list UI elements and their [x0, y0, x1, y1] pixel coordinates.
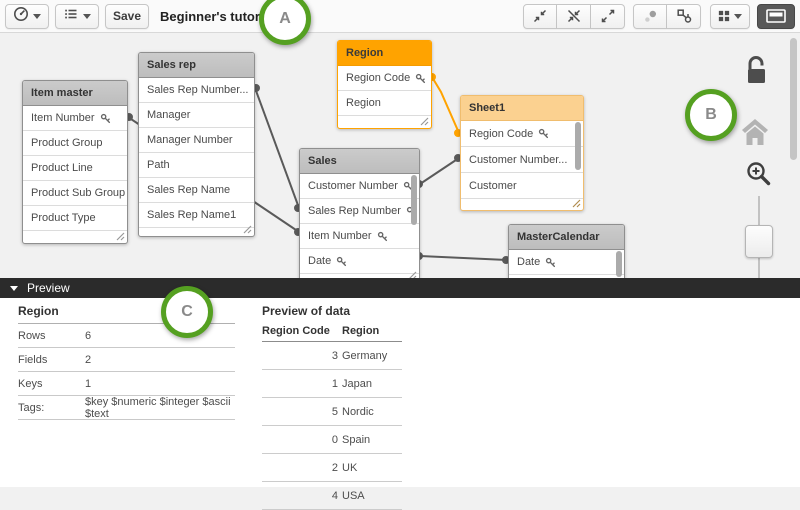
- preview-panel: Preview Region Rows6 Fields2 Keys1 Tags:…: [0, 278, 800, 487]
- bubbles-view-button[interactable]: [633, 4, 667, 29]
- preview-toggle-button[interactable]: [757, 4, 795, 29]
- grid-layout-button[interactable]: [710, 4, 750, 29]
- table-sheet1[interactable]: Sheet1 Region Code Customer Number... Cu…: [460, 95, 584, 211]
- table-title: Sales rep: [139, 53, 254, 78]
- key-icon: [377, 231, 388, 242]
- preview-toggle-icon: [766, 9, 786, 23]
- table-item-master[interactable]: Item master Item Number Product Group Pr…: [22, 80, 128, 244]
- callout-b: B: [685, 89, 737, 141]
- table-title: Sheet1: [461, 96, 583, 121]
- expand-all-button[interactable]: [591, 4, 625, 29]
- data-row: 4USA: [262, 482, 402, 510]
- field-row[interactable]: Path: [139, 153, 254, 178]
- metadata-row: Keys1: [18, 372, 235, 396]
- data-preview-header: Region Code Region: [262, 325, 402, 342]
- field-row[interactable]: Region: [338, 91, 431, 116]
- field-row[interactable]: Customer: [461, 173, 583, 199]
- table-scrollbar[interactable]: [575, 122, 581, 170]
- navigation-menu-button[interactable]: [5, 4, 49, 29]
- zoom-in-icon[interactable]: [745, 160, 773, 192]
- field-row[interactable]: Customer Number...: [461, 147, 583, 173]
- key-icon: [100, 113, 111, 124]
- field-row[interactable]: Region Code: [338, 66, 431, 91]
- compass-menu-icon: [13, 6, 29, 27]
- preview-panel-header[interactable]: Preview: [0, 278, 800, 298]
- collapse-preview-icon[interactable]: [10, 286, 18, 291]
- table-scrollbar[interactable]: [616, 251, 622, 277]
- key-icon: [538, 128, 549, 139]
- break-links-button[interactable]: [557, 4, 591, 29]
- field-row[interactable]: Product Sub Group: [23, 181, 127, 206]
- table-title: Item master: [23, 81, 127, 106]
- field-row[interactable]: Manager: [139, 103, 254, 128]
- table-title: Sales: [300, 149, 419, 174]
- data-row: 1Japan: [262, 370, 402, 398]
- key-icon: [545, 257, 556, 268]
- metadata-row: Tags:$key $numeric $integer $ascii $text: [18, 396, 235, 420]
- field-row[interactable]: Region Code: [461, 121, 583, 147]
- preview-panel-title: Preview: [27, 281, 70, 295]
- zoom-slider-handle[interactable]: [745, 225, 773, 258]
- table-scrollbar[interactable]: [411, 175, 417, 225]
- data-preview-title: Preview of data: [262, 304, 402, 325]
- field-row[interactable]: Sales Rep Number: [300, 199, 419, 224]
- bubbles-view-icon: [643, 9, 658, 24]
- data-row: 2UK: [262, 454, 402, 482]
- data-row: 0Spain: [262, 426, 402, 454]
- field-row[interactable]: Product Line: [23, 156, 127, 181]
- field-row[interactable]: Product Type: [23, 206, 127, 231]
- field-row[interactable]: Sales Rep Number...: [139, 78, 254, 103]
- field-row[interactable]: Customer Number: [300, 174, 419, 199]
- field-row[interactable]: Item Number: [23, 106, 127, 131]
- key-icon: [415, 73, 426, 84]
- data-row: 5Nordic: [262, 398, 402, 426]
- field-row[interactable]: Sales Rep Name: [139, 178, 254, 203]
- home-icon[interactable]: [740, 116, 770, 148]
- table-sales[interactable]: Sales Customer Number Sales Rep Number I…: [299, 148, 420, 283]
- key-icon: [336, 256, 347, 267]
- data-preview-table: Preview of data Region Code Region 3Germ…: [262, 304, 402, 510]
- field-row[interactable]: Item Number: [300, 224, 419, 249]
- grid-layout-icon: [718, 9, 730, 23]
- caret-down-icon: [83, 14, 91, 19]
- break-links-icon: [567, 9, 581, 23]
- collapse-all-button[interactable]: [523, 4, 557, 29]
- table-title: Region: [338, 41, 431, 66]
- field-row[interactable]: Date: [509, 250, 624, 275]
- list-menu-button[interactable]: [55, 4, 99, 29]
- metadata-row: Fields2: [18, 348, 235, 372]
- save-button[interactable]: Save: [105, 4, 149, 29]
- expand-collapse-group: [523, 4, 625, 29]
- linked-tables-icon: [676, 8, 692, 24]
- field-row[interactable]: Date: [300, 249, 419, 274]
- field-row[interactable]: Sales Rep Name1: [139, 203, 254, 228]
- callout-c: C: [161, 286, 213, 338]
- expand-all-icon: [601, 9, 615, 23]
- resize-handle-icon[interactable]: [572, 199, 581, 208]
- unlock-icon[interactable]: [744, 55, 768, 87]
- table-region[interactable]: Region Region Code Region: [337, 40, 432, 129]
- resize-handle-icon[interactable]: [243, 225, 252, 234]
- list-menu-icon: [63, 6, 79, 27]
- collapse-all-icon: [533, 9, 547, 23]
- zoom-slider[interactable]: [744, 196, 775, 278]
- preview-panel-body: Region Rows6 Fields2 Keys1 Tags:$key $nu…: [0, 298, 800, 487]
- resize-handle-icon[interactable]: [116, 232, 125, 241]
- caret-down-icon: [33, 14, 41, 19]
- canvas-scrollbar[interactable]: [790, 38, 797, 160]
- linked-tables-button[interactable]: [667, 4, 701, 29]
- data-row: 3Germany: [262, 342, 402, 370]
- table-title: MasterCalendar: [509, 225, 624, 250]
- view-mode-group: [633, 4, 701, 29]
- table-sales-rep[interactable]: Sales rep Sales Rep Number... Manager Ma…: [138, 52, 255, 237]
- resize-handle-icon[interactable]: [420, 117, 429, 126]
- toolbar: Save Beginner's tutorial i: [0, 0, 800, 33]
- caret-down-icon: [734, 14, 742, 19]
- field-row[interactable]: Product Group: [23, 131, 127, 156]
- field-row[interactable]: Manager Number: [139, 128, 254, 153]
